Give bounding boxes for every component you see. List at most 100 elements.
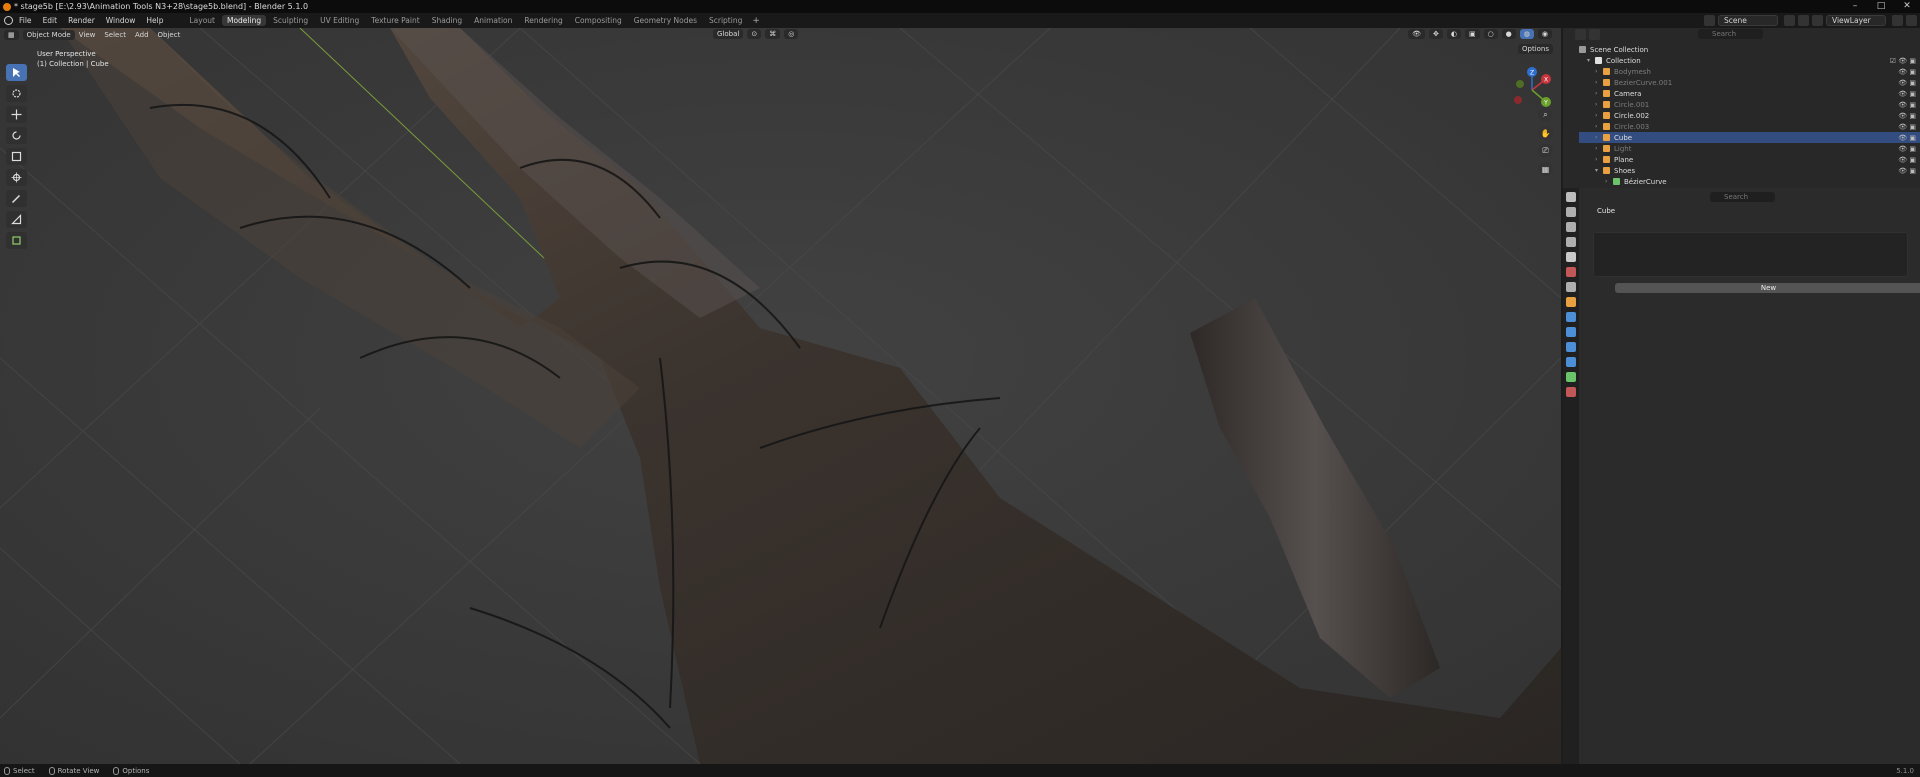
zoom-icon[interactable]: ⌕ <box>1538 108 1553 122</box>
snap-icon[interactable]: ⌘ <box>765 29 781 39</box>
outliner-item-camera[interactable]: › Camera 👁 ▣ <box>1579 88 1920 99</box>
render-tab-icon[interactable] <box>1566 207 1576 217</box>
chevron-right-icon[interactable]: › <box>1595 123 1603 130</box>
minimize-button[interactable]: – <box>1842 0 1868 13</box>
outliner-item-light[interactable]: › Light 👁 ▣ <box>1579 143 1920 154</box>
shading-solid-icon[interactable]: ● <box>1501 29 1516 39</box>
tab-texture-paint[interactable]: Texture Paint <box>366 15 424 26</box>
material-slot-list[interactable] <box>1593 232 1908 277</box>
menu-edit[interactable]: Edit <box>43 16 58 25</box>
world-tab-icon[interactable] <box>1566 267 1576 277</box>
menu-add[interactable]: Add <box>135 31 149 39</box>
menu-select[interactable]: Select <box>104 31 126 39</box>
visibility-eye-icon[interactable]: 👁 ▣ <box>1898 68 1916 76</box>
viewport-options-button[interactable]: Options <box>1518 44 1554 54</box>
rotate-tool[interactable] <box>6 127 27 144</box>
chevron-right-icon[interactable]: › <box>1595 145 1603 152</box>
outliner-search-input[interactable]: Search <box>1698 29 1763 39</box>
tool-tab-icon[interactable] <box>1566 192 1576 202</box>
chevron-right-icon[interactable]: › <box>1595 68 1603 75</box>
view-layer-icon[interactable] <box>1812 15 1823 26</box>
outliner-item-plane[interactable]: › Plane 👁 ▣ <box>1579 154 1920 165</box>
view-layer-tab-icon[interactable] <box>1566 237 1576 247</box>
delete-view-layer-icon[interactable] <box>1906 15 1917 26</box>
tab-scripting[interactable]: Scripting <box>704 15 747 26</box>
tab-shading[interactable]: Shading <box>427 15 467 26</box>
chevron-down-icon[interactable]: ▾ <box>1595 167 1603 174</box>
scale-tool[interactable] <box>6 148 27 165</box>
cursor-tool[interactable] <box>6 85 27 102</box>
visibility-eye-icon[interactable]: 👁 ▣ <box>1898 101 1916 109</box>
outliner-item-shoes[interactable]: ▾ Shoes 👁 ▣ <box>1579 165 1920 176</box>
chevron-right-icon[interactable]: › <box>1595 101 1603 108</box>
xray-toggle-icon[interactable]: ▣ <box>1464 29 1480 39</box>
3d-viewport[interactable]: ▦ Object Mode View Select Add Object Glo… <box>0 28 1561 764</box>
transform-orientation-dropdown[interactable]: Global <box>713 29 744 39</box>
gizmo-neg-x[interactable] <box>1514 96 1522 104</box>
shading-material-icon[interactable]: ◍ <box>1519 29 1534 39</box>
visibility-eye-icon[interactable]: 👁 ▣ <box>1898 79 1916 87</box>
collection-tab-icon[interactable] <box>1566 282 1576 292</box>
editor-type-icon[interactable]: ▦ <box>4 29 19 40</box>
visibility-eye-icon[interactable]: ☑ 👁 ▣ <box>1890 57 1916 65</box>
output-tab-icon[interactable] <box>1566 222 1576 232</box>
menu-render[interactable]: Render <box>68 16 95 25</box>
tab-compositing[interactable]: Compositing <box>570 15 627 26</box>
chevron-right-icon[interactable]: › <box>1595 156 1603 163</box>
scene-collection-row[interactable]: Scene Collection <box>1579 44 1920 55</box>
menu-object[interactable]: Object <box>158 31 181 39</box>
physics-tab-icon[interactable] <box>1566 342 1576 352</box>
viewport-scene[interactable] <box>0 28 1561 764</box>
tab-sculpting[interactable]: Sculpting <box>268 15 313 26</box>
chevron-down-icon[interactable]: ▾ <box>1587 57 1595 64</box>
visibility-eye-icon[interactable]: 👁 ▣ <box>1898 145 1916 153</box>
close-button[interactable]: ✕ <box>1894 0 1920 13</box>
chevron-right-icon[interactable]: › <box>1595 134 1603 141</box>
menu-file[interactable]: File <box>19 16 32 25</box>
add-cube-tool[interactable] <box>6 232 27 249</box>
visibility-icon[interactable]: 👁 <box>1408 29 1425 39</box>
outliner-item-circle002[interactable]: › Circle.002 👁 ▣ <box>1579 110 1920 121</box>
delete-scene-icon[interactable] <box>1798 15 1809 26</box>
tab-layout[interactable]: Layout <box>184 15 220 26</box>
scene-selector[interactable]: Scene <box>1718 15 1778 26</box>
material-tab-icon[interactable] <box>1566 387 1576 397</box>
new-view-layer-icon[interactable] <box>1892 15 1903 26</box>
collection-row[interactable]: ▾ Collection ☑ 👁 ▣ <box>1579 55 1920 66</box>
object-mode-dropdown[interactable]: Object Mode <box>22 29 75 40</box>
menu-help[interactable]: Help <box>146 16 163 25</box>
chevron-right-icon[interactable]: › <box>1595 79 1603 86</box>
chevron-right-icon[interactable]: › <box>1595 90 1603 97</box>
tab-uv-editing[interactable]: UV Editing <box>315 15 364 26</box>
proportional-edit-icon[interactable]: ◎ <box>784 29 799 39</box>
gizmo-toggle-icon[interactable]: ✥ <box>1428 29 1443 39</box>
data-tab-icon[interactable] <box>1566 372 1576 382</box>
maximize-button[interactable]: □ <box>1868 0 1894 13</box>
chevron-right-icon[interactable]: › <box>1605 178 1613 185</box>
perspective-toggle-icon[interactable]: ▦ <box>1538 162 1553 176</box>
scene-tab-icon[interactable] <box>1566 252 1576 262</box>
visibility-eye-icon[interactable]: 👁 ▣ <box>1898 90 1916 98</box>
gizmo-neg-y[interactable] <box>1516 80 1524 88</box>
particles-tab-icon[interactable] <box>1566 327 1576 337</box>
camera-view-icon[interactable]: ⎚ <box>1538 144 1553 158</box>
new-scene-icon[interactable] <box>1784 15 1795 26</box>
outliner-item-beziercurve001[interactable]: › BezierCurve.001 👁 ▣ <box>1579 77 1920 88</box>
menu-view[interactable]: View <box>79 31 96 39</box>
annotate-tool[interactable] <box>6 190 27 207</box>
add-workspace-button[interactable]: + <box>752 16 760 26</box>
outliner-item-beziercurve[interactable]: › BézierCurve <box>1579 176 1920 187</box>
tab-geometry-nodes[interactable]: Geometry Nodes <box>629 15 702 26</box>
pan-hand-icon[interactable]: ✋ <box>1538 126 1553 140</box>
object-tab-icon[interactable] <box>1566 297 1576 307</box>
shading-wireframe-icon[interactable]: ○ <box>1483 29 1498 39</box>
constraints-tab-icon[interactable] <box>1566 357 1576 367</box>
modifier-tab-icon[interactable] <box>1566 312 1576 322</box>
tab-rendering[interactable]: Rendering <box>519 15 567 26</box>
new-material-button[interactable]: New <box>1615 283 1920 293</box>
measure-tool[interactable] <box>6 211 27 228</box>
shading-rendered-icon[interactable]: ◉ <box>1537 29 1552 39</box>
view-layer-selector[interactable]: ViewLayer <box>1826 15 1886 26</box>
tab-animation[interactable]: Animation <box>469 15 517 26</box>
outliner-item-bodymesh[interactable]: › Bodymesh 👁 ▣ <box>1579 66 1920 77</box>
